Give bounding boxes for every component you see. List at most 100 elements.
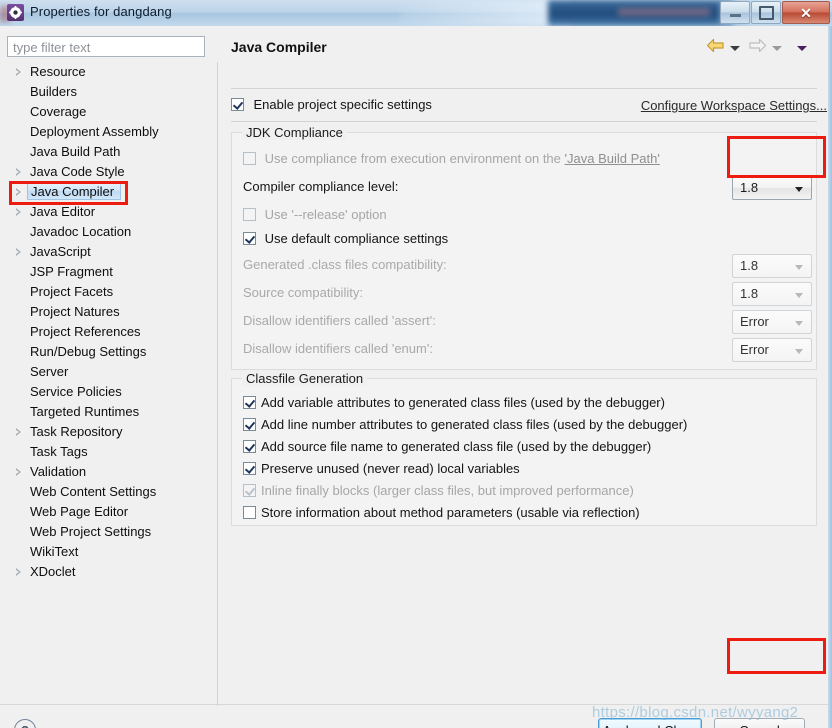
settings-panel: Java Compiler Enable project specific se…: [220, 26, 828, 728]
classfile-option-row-5[interactable]: Store information about method parameter…: [243, 505, 640, 527]
classfile-option-row-4: Inline finally blocks (larger class file…: [243, 483, 634, 505]
back-dropdown-icon[interactable]: [730, 45, 740, 51]
use-compliance-from-env-label: Use compliance from execution environmen…: [264, 151, 565, 166]
use-compliance-from-env-row[interactable]: Use compliance from execution environmen…: [243, 151, 660, 173]
classfile-option-row-0[interactable]: Add variable attributes to generated cla…: [243, 395, 665, 417]
classfile-option-checkbox-3[interactable]: [243, 462, 256, 475]
window-controls: ✕: [719, 1, 830, 24]
sidebar-item-label: Server: [30, 364, 69, 379]
properties-dialog: Properties for dangdang ✕ type filter te…: [0, 0, 832, 728]
use-release-option-checkbox: [243, 208, 256, 221]
jdk-row-value-0: 1.8: [740, 258, 759, 273]
sidebar-item-java-code-style[interactable]: Java Code Style: [0, 162, 218, 182]
minimize-button[interactable]: [720, 1, 750, 24]
sidebar-item-label: Java Build Path: [30, 144, 121, 159]
sidebar-item-java-editor[interactable]: Java Editor: [0, 202, 218, 222]
sidebar-item-service-policies[interactable]: Service Policies: [0, 382, 218, 402]
jdk-row-combo-0: 1.8: [732, 254, 812, 278]
classfile-option-row-3[interactable]: Preserve unused (never read) local varia…: [243, 461, 520, 483]
sidebar-item-project-facets[interactable]: Project Facets: [0, 282, 218, 302]
window-title: Properties for dangdang: [30, 4, 172, 19]
use-default-compliance-checkbox[interactable]: [243, 232, 256, 245]
sidebar-item-validation[interactable]: Validation: [0, 462, 218, 482]
sidebar-item-deployment-assembly[interactable]: Deployment Assembly: [0, 122, 218, 142]
sidebar-item-task-repository[interactable]: Task Repository: [0, 422, 218, 442]
sidebar-item-label: Run/Debug Settings: [30, 344, 147, 359]
sidebar-item-label: Builders: [30, 84, 77, 99]
java-build-path-link[interactable]: 'Java Build Path': [565, 151, 660, 166]
close-icon: ✕: [800, 4, 812, 21]
settings-tree[interactable]: Resource Builders Coverage Deployment Assem…: [0, 62, 218, 706]
compliance-level-label-row: Compiler compliance level:: [243, 179, 398, 201]
sidebar-item-label: WikiText: [30, 544, 79, 559]
use-default-compliance-row[interactable]: Use default compliance settings: [243, 231, 448, 253]
jdk-row-label-3: Disallow identifiers called 'enum':: [243, 341, 433, 356]
enable-project-specific-checkbox[interactable]: [231, 98, 244, 111]
expand-arrow-icon[interactable]: [16, 468, 21, 476]
expand-arrow-icon[interactable]: [16, 68, 21, 76]
help-button[interactable]: ?: [14, 719, 36, 728]
jdk-row-value-1: 1.8: [740, 286, 759, 301]
back-arrow-icon[interactable]: [706, 38, 725, 58]
classfile-option-row-1[interactable]: Add line number attributes to generated …: [243, 417, 687, 439]
sidebar-item-label: Project Natures: [30, 304, 120, 319]
sidebar-item-label: Task Repository: [30, 424, 123, 439]
sidebar-item-coverage[interactable]: Coverage: [0, 102, 218, 122]
classfile-option-checkbox-1[interactable]: [243, 418, 256, 431]
sidebar-item-web-project-settings[interactable]: Web Project Settings: [0, 522, 218, 542]
classfile-option-row-2[interactable]: Add source file name to generated class …: [243, 439, 651, 461]
sidebar-item-run-debug-settings[interactable]: Run/Debug Settings: [0, 342, 218, 362]
classfile-option-checkbox-5[interactable]: [243, 506, 256, 519]
close-button[interactable]: ✕: [782, 1, 830, 24]
sidebar-item-label: JavaScript: [30, 244, 91, 259]
sidebar-item-label: Validation: [30, 464, 87, 479]
expand-arrow-icon[interactable]: [16, 428, 21, 436]
classfile-option-label-3: Preserve unused (never read) local varia…: [261, 461, 520, 476]
compliance-level-combo[interactable]: 1.8: [732, 176, 812, 200]
sidebar-item-jsp-fragment[interactable]: JSP Fragment: [0, 262, 218, 282]
page-title: Java Compiler: [231, 39, 327, 55]
header-divider: [231, 88, 817, 89]
use-compliance-from-env-checkbox: [243, 152, 256, 165]
sidebar-item-resource[interactable]: Resource: [0, 62, 218, 82]
filter-input[interactable]: type filter text: [7, 36, 205, 57]
classfile-option-checkbox-0[interactable]: [243, 396, 256, 409]
expand-arrow-icon[interactable]: [16, 248, 21, 256]
view-menu-icon[interactable]: [797, 45, 807, 51]
jdk-row-value-2: Error: [740, 314, 769, 329]
sidebar-item-javascript[interactable]: JavaScript: [0, 242, 218, 262]
sidebar-item-web-page-editor[interactable]: Web Page Editor: [0, 502, 218, 522]
compliance-level-value: 1.8: [740, 180, 759, 195]
sidebar-item-label: Web Project Settings: [30, 524, 152, 539]
expand-arrow-icon[interactable]: [16, 168, 21, 176]
expand-arrow-icon[interactable]: [16, 568, 21, 576]
chevron-down-icon: [795, 293, 803, 298]
sidebar-item-javadoc-location[interactable]: Javadoc Location: [0, 222, 218, 242]
sidebar-item-targeted-runtimes[interactable]: Targeted Runtimes: [0, 402, 218, 422]
cancel-button[interactable]: Cancel: [714, 718, 805, 728]
expand-arrow-icon[interactable]: [16, 208, 21, 216]
forward-dropdown-icon[interactable]: [772, 45, 782, 51]
expand-arrow-icon[interactable]: [16, 188, 21, 196]
maximize-button[interactable]: [751, 1, 781, 24]
sidebar-item-web-content-settings[interactable]: Web Content Settings: [0, 482, 218, 502]
sidebar-item-label: Coverage: [30, 104, 87, 119]
apply-and-close-button[interactable]: Apply and Close: [598, 718, 702, 728]
sidebar-item-wikitext[interactable]: WikiText: [0, 542, 218, 562]
sidebar-item-xdoclet[interactable]: XDoclet: [0, 562, 218, 582]
configure-workspace-settings-link[interactable]: Configure Workspace Settings...: [641, 98, 827, 113]
sidebar-item-java-compiler[interactable]: Java Compiler: [0, 182, 218, 202]
sidebar-item-project-references[interactable]: Project References: [0, 322, 218, 342]
chevron-down-icon: [795, 265, 803, 270]
use-release-option-row[interactable]: Use '--release' option: [243, 207, 387, 229]
sidebar-item-server[interactable]: Server: [0, 362, 218, 382]
classfile-option-checkbox-2[interactable]: [243, 440, 256, 453]
sidebar-item-project-natures[interactable]: Project Natures: [0, 302, 218, 322]
sidebar-item-label: Project References: [30, 324, 141, 339]
sidebar-item-builders[interactable]: Builders: [0, 82, 218, 102]
sidebar-item-task-tags[interactable]: Task Tags: [0, 442, 218, 462]
sidebar-item-java-build-path[interactable]: Java Build Path: [0, 142, 218, 162]
jdk-row-label-1: Source compatibility:: [243, 285, 363, 300]
jdk-row-value-3: Error: [740, 342, 769, 357]
use-default-compliance-label: Use default compliance settings: [264, 231, 449, 246]
